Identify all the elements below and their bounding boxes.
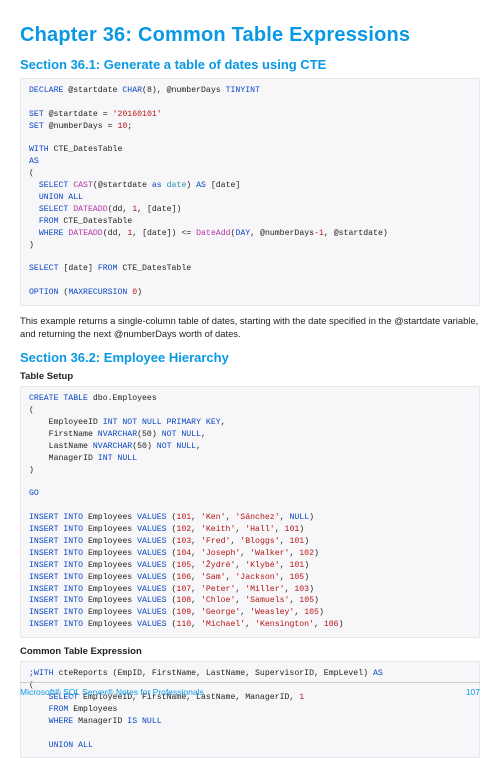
code-block-cte: ;WITH cteReports (EmpID, FirstName, Last… [20,661,480,758]
table-setup-heading: Table Setup [20,371,480,382]
code-block-table-setup: CREATE TABLE dbo.Employees ( EmployeeID … [20,386,480,638]
footer-page-number: 107 [466,687,480,697]
cte-heading: Common Table Expression [20,646,480,657]
section-36-2-title: Section 36.2: Employee Hierarchy [20,350,480,365]
insert-rows: INSERT INTO Employees VALUES (101, 'Ken'… [29,513,344,629]
page-footer: Microsoft® SQL Server® Notes for Profess… [20,682,480,697]
code-block-dates-cte: DECLARE @startdate CHAR(8), @numberDays … [20,78,480,306]
chapter-title: Chapter 36: Common Table Expressions [20,24,480,47]
footer-book-title: Microsoft® SQL Server® Notes for Profess… [20,687,204,697]
section-36-1-body: This example returns a single-column tab… [20,314,480,340]
section-36-1-title: Section 36.1: Generate a table of dates … [20,57,480,72]
